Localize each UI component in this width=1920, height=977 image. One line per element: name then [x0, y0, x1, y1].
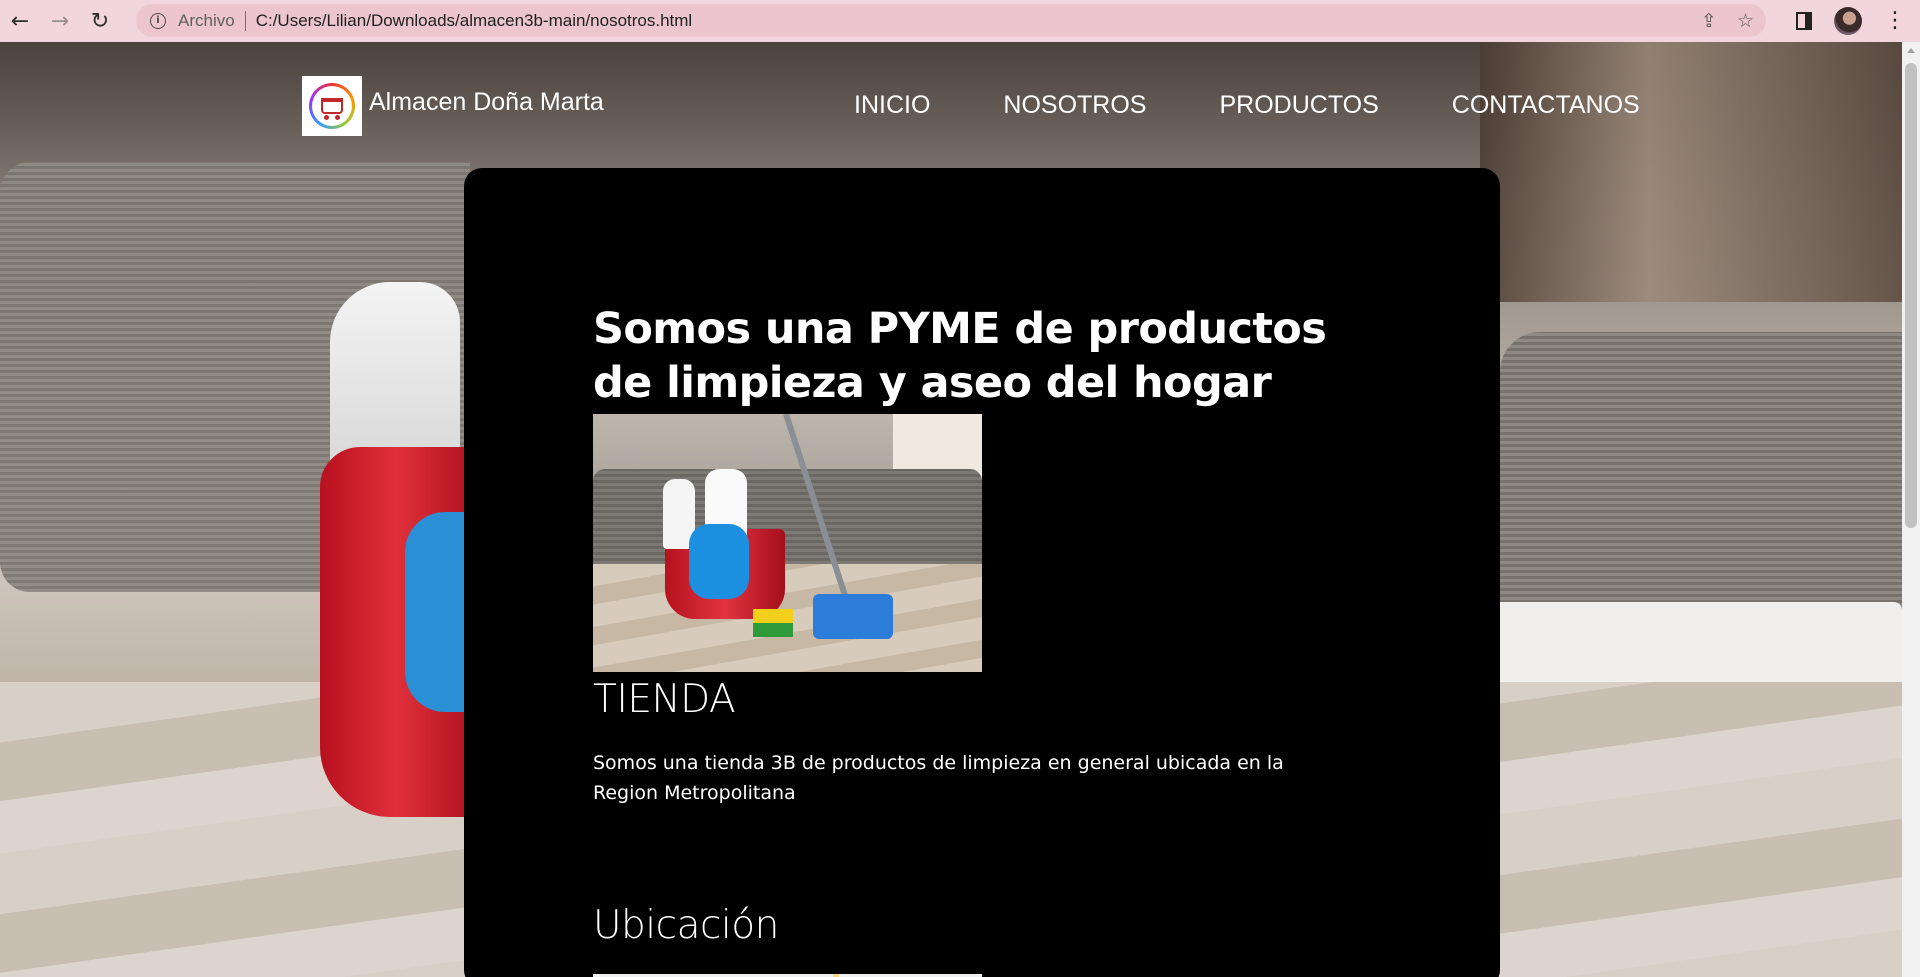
back-button[interactable]: ← [0, 0, 40, 42]
url-text[interactable]: C:/Users/Lilian/Downloads/almacen3b-main… [256, 11, 693, 31]
nav-item-inicio[interactable]: INICIO [854, 91, 930, 120]
scrollbar-thumb[interactable] [1905, 63, 1917, 528]
page-scrollbar[interactable] [1902, 42, 1920, 977]
side-panel-icon[interactable] [1796, 12, 1812, 30]
address-bar[interactable]: i Archivo C:/Users/Lilian/Downloads/alma… [136, 4, 1766, 37]
info-icon[interactable]: i [150, 12, 166, 29]
nav-item-contactanos[interactable]: CONTACTANOS [1452, 91, 1640, 120]
page-title: Somos una PYME de productos de limpieza … [593, 304, 1327, 408]
reload-icon: ↻ [90, 8, 110, 34]
arrow-right-icon: → [50, 8, 70, 34]
scheme-label: Archivo [178, 10, 235, 30]
main-nav: INICIO NOSOTROS PRODUCTOS CONTACTANOS [854, 91, 1640, 120]
browser-toolbar: ← → ↻ i Archivo C:/Users/Lilian/Download… [0, 0, 1920, 42]
reload-button[interactable]: ↻ [80, 0, 120, 42]
shopping-cart-icon [321, 98, 343, 120]
background-sofa-right [1500, 332, 1902, 642]
location-section-title: Ubicación [593, 903, 779, 948]
arrow-left-icon: ← [10, 8, 30, 34]
photo-sofa [593, 469, 982, 564]
brand-name[interactable]: Almacen Doña Marta [369, 88, 604, 117]
store-description: Somos una tienda 3B de productos de limp… [593, 752, 1284, 804]
site-logo[interactable] [302, 76, 362, 136]
page-viewport: Almacen Doña Marta INICIO NOSOTROS PRODU… [0, 42, 1902, 977]
photo-mop [813, 594, 893, 639]
avatar[interactable] [1834, 7, 1862, 35]
logo-ring [309, 83, 355, 129]
photo-glove [689, 524, 749, 599]
store-section-title: TIENDA [593, 677, 736, 722]
nav-item-nosotros[interactable]: NOSOTROS [1003, 91, 1146, 120]
forward-button[interactable]: → [40, 0, 80, 42]
address-separator [244, 10, 246, 31]
scroll-up-arrow-icon[interactable] [1907, 48, 1915, 53]
star-icon[interactable]: ☆ [1737, 10, 1754, 32]
browser-actions: ⋮ [1796, 0, 1906, 42]
kebab-menu-icon[interactable]: ⋮ [1884, 10, 1906, 32]
address-bar-actions: ⇪ ☆ [1701, 4, 1754, 37]
nav-item-productos[interactable]: PRODUCTOS [1219, 91, 1378, 120]
photo-sponge [753, 609, 793, 637]
store-photo [593, 414, 982, 672]
content-card: Somos una PYME de productos de limpieza … [464, 168, 1500, 977]
share-icon[interactable]: ⇪ [1701, 10, 1717, 32]
site-header: Almacen Doña Marta INICIO NOSOTROS PRODU… [140, 42, 1760, 172]
